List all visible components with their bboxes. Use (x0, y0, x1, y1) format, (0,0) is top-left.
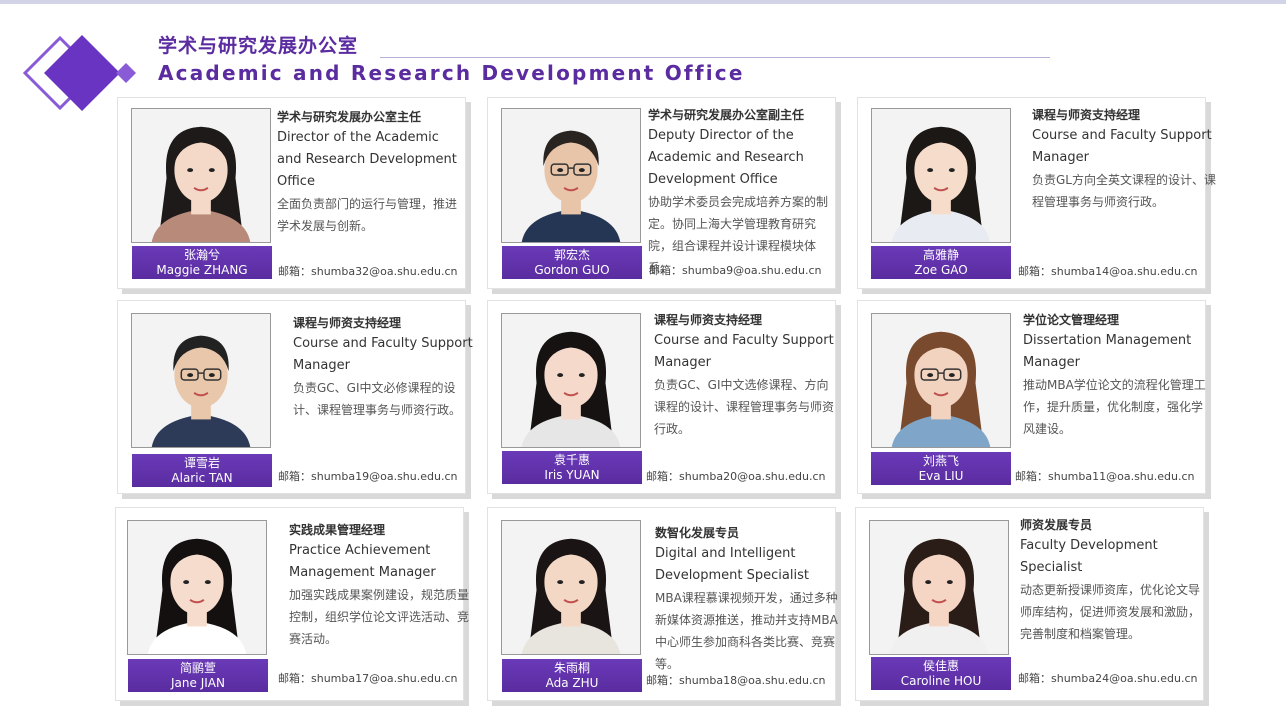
name-plate: 张瀚兮 Maggie ZHANG (132, 246, 272, 279)
name-chinese: 谭雪岩 (183, 456, 220, 470)
staff-info: 课程与师资支持经理 Course and Faculty Support Mana… (654, 310, 839, 440)
role-description: 负责GC、GI中文必修课程的设计、课程管理事务与师资行政。 (293, 381, 462, 417)
name-chinese: 侯佳惠 (922, 659, 959, 673)
role-title-english: Faculty Development Specialist (1020, 538, 1158, 575)
role-description: 推动MBA学位论文的流程化管理工作，提升质量，优化制度，强化学风建设。 (1023, 378, 1206, 436)
role-title-chinese: 数智化发展专员 (655, 526, 740, 540)
staff-photo (131, 108, 271, 243)
staff-photo (127, 520, 267, 655)
name-chinese: 郭宏杰 (553, 248, 590, 262)
role-title-chinese: 课程与师资支持经理 (293, 316, 402, 330)
name-plate: 郭宏杰 Gordon GUO (502, 246, 642, 279)
top-border (0, 0, 1286, 4)
role-title-chinese: 实践成果管理经理 (289, 523, 386, 537)
email-address[interactable]: 邮箱：shumba19@oa.shu.edu.cn (278, 468, 458, 484)
email-address[interactable]: 邮箱：shumba9@oa.shu.edu.cn (649, 262, 822, 278)
name-chinese: 张瀚兮 (183, 248, 220, 262)
staff-photo (501, 520, 641, 655)
email-address[interactable]: 邮箱：shumba24@oa.shu.edu.cn (1018, 670, 1198, 686)
staff-info: 课程与师资支持经理 Course and Faculty Support Mana… (1032, 105, 1217, 213)
page-title-chinese: 学术与研究发展办公室 (158, 35, 359, 57)
staff-info: 数智化发展专员 Digital and Intelligent Developme… (655, 523, 840, 675)
role-title-english: Director of the Academic and Research De… (277, 130, 457, 189)
staff-info: 学位论文管理经理 Dissertation Management Manager 推… (1023, 310, 1208, 440)
staff-info: 学术与研究发展办公室副主任 Deputy Director of the Acad… (648, 105, 833, 279)
role-description: MBA课程慕课视频开发，通过多种新媒体资源推送，推动并支持MBA中心师生参加商科… (655, 591, 838, 671)
role-description: 负责GC、GI中文选修课程、方向课程的设计、课程管理事务与师资行政。 (654, 378, 835, 436)
name-plate: 袁千惠 Iris YUAN (502, 451, 642, 484)
name-english: Jane JIAN (171, 676, 225, 690)
name-plate: 高雅静 Zoe GAO (871, 246, 1011, 279)
role-title-english: Dissertation Management Manager (1023, 333, 1192, 370)
email-address[interactable]: 邮箱：shumba18@oa.shu.edu.cn (646, 672, 826, 688)
role-title-chinese: 学术与研究发展办公室副主任 (648, 108, 805, 122)
name-plate: 朱雨桐 Ada ZHU (502, 659, 642, 692)
staff-info: 实践成果管理经理 Practice Achievement Management … (289, 520, 474, 650)
name-english: Gordon GUO (534, 263, 610, 277)
role-title-chinese: 师资发展专员 (1020, 518, 1093, 532)
name-plate: 谭雪岩 Alaric TAN (132, 454, 272, 487)
staff-photo (871, 313, 1011, 448)
staff-photo (501, 313, 641, 448)
name-plate: 侯佳惠 Caroline HOU (871, 657, 1011, 690)
email-address[interactable]: 邮箱：shumba32@oa.shu.edu.cn (278, 263, 458, 279)
name-chinese: 简鹂萱 (179, 661, 216, 675)
staff-info: 课程与师资支持经理 Course and Faculty Support Mana… (293, 313, 478, 421)
role-title-chinese: 学术与研究发展办公室主任 (277, 110, 422, 124)
name-chinese: 朱雨桐 (553, 661, 590, 675)
role-title-english: Digital and Intelligent Development Spec… (655, 546, 809, 583)
name-english: Alaric TAN (171, 471, 233, 485)
role-title-chinese: 课程与师资支持经理 (1032, 108, 1141, 122)
title-divider (380, 57, 1050, 58)
staff-photo (131, 313, 271, 448)
name-plate: 刘燕飞 Eva LIU (871, 452, 1011, 485)
staff-photo (871, 108, 1011, 243)
role-title-english: Course and Faculty Support Manager (654, 333, 834, 370)
role-description: 负责GL方向全英文课程的设计、课程管理事务与师资行政。 (1032, 173, 1216, 209)
role-description: 全面负责部门的运行与管理，推进学术发展与创新。 (277, 197, 458, 233)
name-plate: 简鹂萱 Jane JIAN (128, 659, 268, 692)
role-title-english: Deputy Director of the Academic and Rese… (648, 128, 804, 187)
role-title-chinese: 学位论文管理经理 (1023, 313, 1120, 327)
name-english: Iris YUAN (544, 468, 600, 482)
staff-info: 学术与研究发展办公室主任 Director of the Academic and… (277, 107, 462, 237)
staff-photo (869, 520, 1009, 655)
staff-photo (501, 108, 641, 243)
name-chinese: 高雅静 (922, 248, 959, 262)
name-english: Eva LIU (918, 469, 964, 483)
role-description: 动态更新授课师资库，优化论文导师库结构，促进师资发展和激励，完善制度和档案管理。 (1020, 583, 1201, 641)
staff-info: 师资发展专员 Faculty Development Specialist 动态更新… (1020, 515, 1205, 645)
role-title-english: Course and Faculty Support Manager (1032, 128, 1212, 165)
role-title-english: Course and Faculty Support Manager (293, 336, 473, 373)
role-description: 加强实践成果案例建设，规范质量控制，组织学位论文评选活动、竞赛活动。 (289, 588, 470, 646)
email-address[interactable]: 邮箱：shumba14@oa.shu.edu.cn (1018, 263, 1198, 279)
name-english: Zoe GAO (914, 263, 968, 277)
email-address[interactable]: 邮箱：shumba11@oa.shu.edu.cn (1015, 468, 1195, 484)
name-chinese: 袁千惠 (553, 453, 590, 467)
email-address[interactable]: 邮箱：shumba17@oa.shu.edu.cn (278, 670, 458, 686)
name-english: Caroline HOU (900, 674, 982, 688)
role-title-english: Practice Achievement Management Manager (289, 543, 436, 580)
page-title-english: Academic and Research Development Office (158, 61, 745, 85)
name-english: Ada ZHU (545, 676, 599, 690)
role-title-chinese: 课程与师资支持经理 (654, 313, 763, 327)
email-address[interactable]: 邮箱：shumba20@oa.shu.edu.cn (646, 468, 826, 484)
name-chinese: 刘燕飞 (922, 454, 959, 468)
name-english: Maggie ZHANG (156, 263, 248, 277)
